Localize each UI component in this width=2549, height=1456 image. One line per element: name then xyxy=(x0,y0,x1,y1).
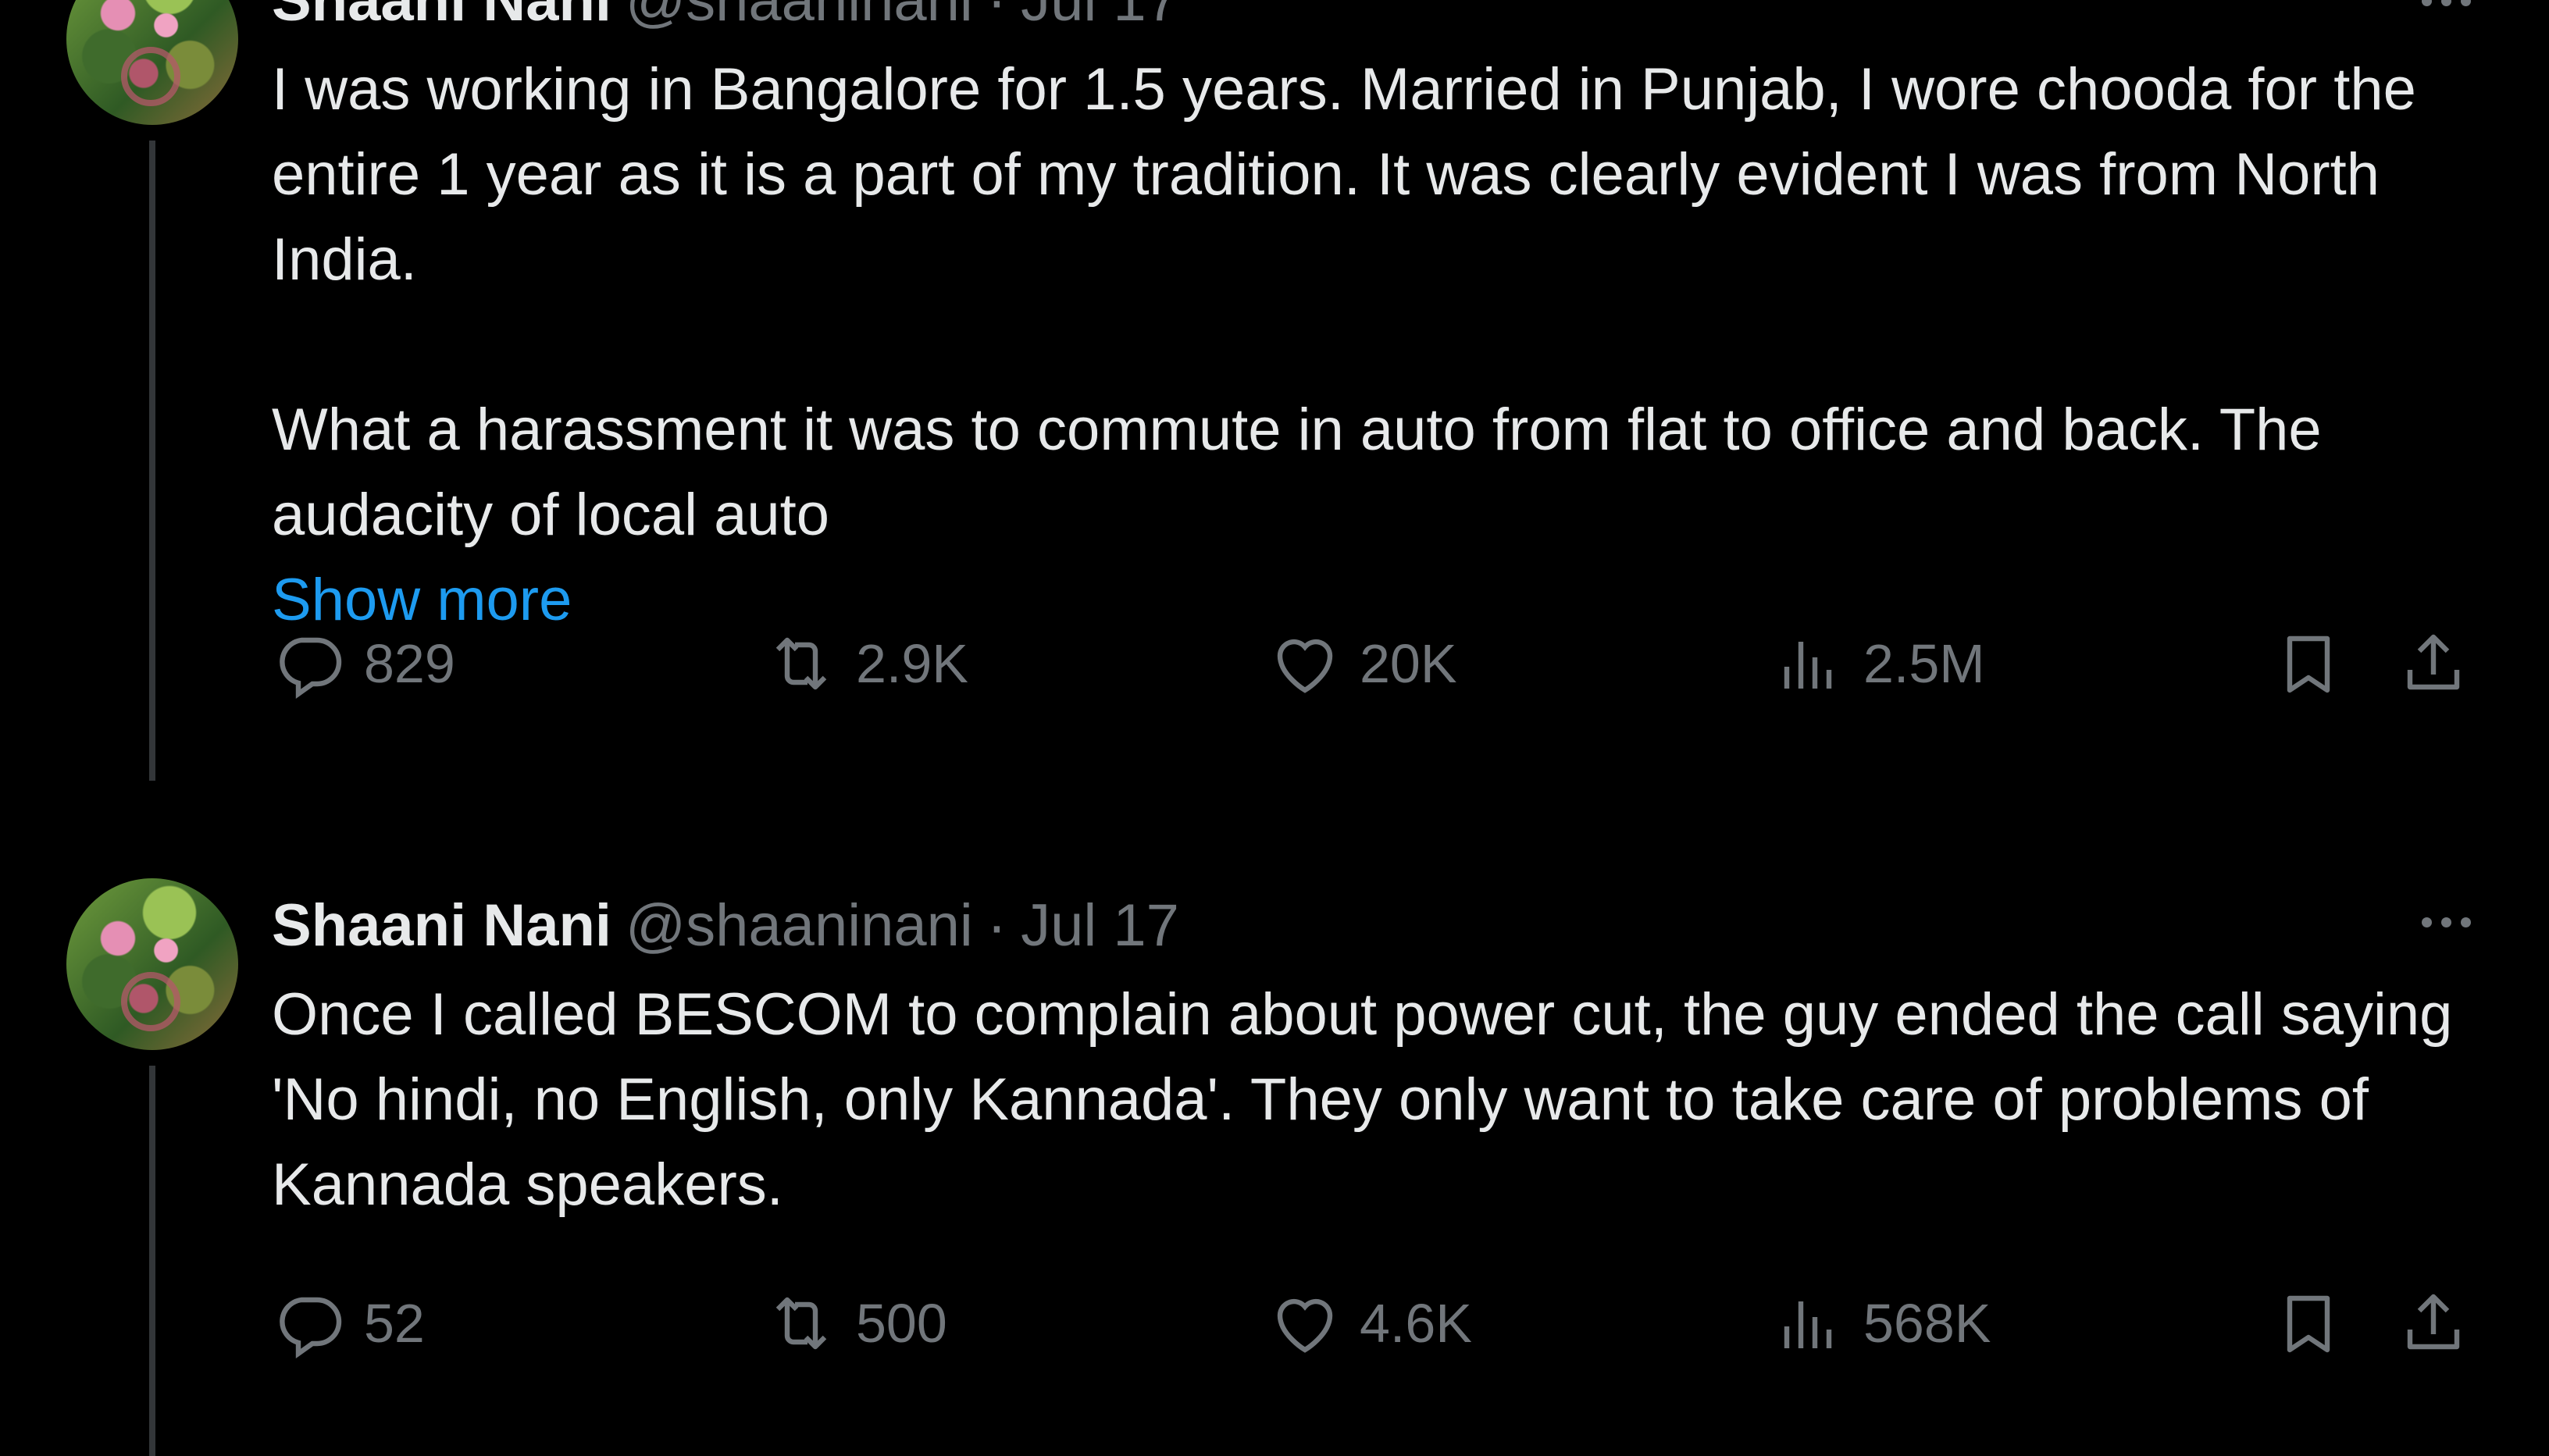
retweet-icon xyxy=(775,1297,827,1350)
tweet-header: Shaani Nani @shaaninani · Jul 17 xyxy=(272,0,1179,35)
tweet-text: I was working in Bangalore for 1.5 years… xyxy=(272,47,2490,643)
views-count: 568K xyxy=(1863,1293,1991,1354)
separator: · xyxy=(986,0,1007,34)
share-icon xyxy=(2407,1294,2460,1350)
tweet-paragraph: What a harassment it was to commute in a… xyxy=(272,397,2322,548)
reply-count: 829 xyxy=(364,633,455,694)
retweet-button[interactable]: 500 xyxy=(764,1284,947,1362)
author-name[interactable]: Shaani Nani xyxy=(272,892,611,959)
like-button[interactable]: 20K xyxy=(1267,625,1457,703)
action-bar: 829 2.9K 20K 2.5M xyxy=(272,625,2482,703)
thread-line xyxy=(149,141,155,781)
tweet-date[interactable]: Jul 17 xyxy=(1021,0,1179,34)
avatar[interactable] xyxy=(66,0,238,125)
more-icon[interactable] xyxy=(2422,0,2471,6)
tweet-paragraph: Once I called BESCOM to complain about p… xyxy=(272,981,2453,1218)
retweet-count: 2.9K xyxy=(856,633,968,694)
views-count: 2.5M xyxy=(1863,633,1985,694)
bookmark-icon xyxy=(2287,635,2330,693)
tweet-text: Once I called BESCOM to complain about p… xyxy=(272,972,2490,1227)
share-icon xyxy=(2407,634,2460,690)
retweet-icon xyxy=(775,637,827,690)
views-icon xyxy=(1784,642,1832,689)
tweet[interactable]: Shaani Nani @shaaninani · Jul 17 I was w… xyxy=(0,0,2549,843)
retweet-count: 500 xyxy=(856,1293,947,1354)
bookmark-button[interactable] xyxy=(2271,625,2346,703)
like-count: 4.6K xyxy=(1360,1293,1472,1354)
author-name[interactable]: Shaani Nani xyxy=(272,0,611,34)
like-count: 20K xyxy=(1360,633,1457,694)
share-button[interactable] xyxy=(2396,1284,2471,1362)
reply-count: 52 xyxy=(364,1293,425,1354)
tweet[interactable]: Shaani Nani @shaaninani · Jul 17 Once I … xyxy=(0,843,2549,1456)
views-icon xyxy=(1784,1301,1832,1348)
retweet-button[interactable]: 2.9K xyxy=(764,625,968,703)
reply-button[interactable]: 52 xyxy=(272,1284,425,1362)
author-handle[interactable]: @shaaninani xyxy=(626,892,973,959)
more-icon[interactable] xyxy=(2422,917,2471,927)
reply-icon xyxy=(280,637,342,700)
reply-icon xyxy=(280,1297,342,1359)
tweet-header: Shaani Nani @shaaninani · Jul 17 xyxy=(272,890,1179,960)
bookmark-icon xyxy=(2287,1295,2330,1353)
heart-icon xyxy=(1277,639,1333,693)
reply-button[interactable]: 829 xyxy=(272,625,455,703)
tweet-paragraph: I was working in Bangalore for 1.5 years… xyxy=(272,56,2416,293)
views-button[interactable]: 568K xyxy=(1771,1284,1991,1362)
views-button[interactable]: 2.5M xyxy=(1771,625,1985,703)
like-button[interactable]: 4.6K xyxy=(1267,1284,1472,1362)
action-bar: 52 500 4.6K 568K xyxy=(272,1284,2482,1362)
bookmark-button[interactable] xyxy=(2271,1284,2346,1362)
tweet-date[interactable]: Jul 17 xyxy=(1021,892,1179,959)
author-handle[interactable]: @shaaninani xyxy=(626,0,973,34)
thread-line xyxy=(149,1066,155,1456)
separator: · xyxy=(986,892,1007,959)
avatar[interactable] xyxy=(66,878,238,1050)
share-button[interactable] xyxy=(2396,625,2471,703)
heart-icon xyxy=(1277,1298,1333,1353)
